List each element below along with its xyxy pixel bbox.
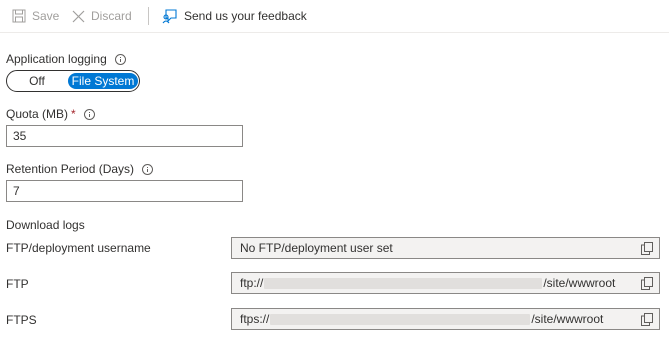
ftps-suffix: /site/wwwroot	[531, 312, 604, 326]
username-label: FTP/deployment username	[6, 241, 151, 255]
copy-icon[interactable]	[641, 277, 653, 290]
copy-icon[interactable]	[641, 313, 653, 326]
application-logging-text: Application logging	[6, 52, 107, 66]
feedback-label: Send us your feedback	[184, 9, 307, 23]
toggle-option-file-system[interactable]: File System	[68, 73, 138, 89]
close-icon	[72, 10, 85, 22]
ftp-field: ftp:// /site/wwwroot	[231, 272, 660, 294]
info-icon[interactable]	[114, 53, 126, 65]
toggle-option-off[interactable]: Off	[7, 71, 67, 91]
username-field: No FTP/deployment user set	[231, 237, 660, 259]
feedback-icon	[162, 9, 177, 24]
command-bar: Save Discard Send us your feedback	[0, 0, 669, 33]
info-icon[interactable]	[142, 163, 154, 175]
ftps-label: FTPS	[6, 313, 37, 327]
copy-icon[interactable]	[641, 242, 653, 255]
ftps-prefix: ftps://	[240, 312, 270, 326]
discard-button[interactable]: Discard	[72, 8, 132, 24]
quota-label: Quota (MB) *	[6, 107, 95, 121]
retention-text: Retention Period (Days)	[6, 162, 135, 176]
application-logging-toggle[interactable]: Off File System	[6, 70, 140, 92]
redacted-host	[264, 278, 543, 290]
ftp-prefix: ftp://	[240, 276, 264, 290]
save-label: Save	[32, 9, 60, 23]
quota-input[interactable]: 35	[6, 125, 243, 147]
retention-label: Retention Period (Days)	[6, 162, 154, 176]
application-logging-label: Application logging	[6, 52, 126, 66]
quota-text: Quota (MB)	[6, 107, 69, 121]
redacted-host	[270, 314, 531, 326]
save-button[interactable]: Save	[12, 8, 59, 24]
ftp-suffix: /site/wwwroot	[543, 276, 616, 290]
download-logs-heading: Download logs	[6, 218, 85, 232]
ftps-field: ftps:// /site/wwwroot	[231, 308, 660, 330]
retention-input[interactable]: 7	[6, 180, 243, 202]
feedback-button[interactable]: Send us your feedback	[162, 8, 307, 24]
required-marker: *	[71, 107, 76, 121]
ftp-label: FTP	[6, 277, 29, 291]
toolbar-divider	[148, 7, 149, 25]
username-value: No FTP/deployment user set	[240, 241, 393, 255]
info-icon[interactable]	[83, 108, 95, 120]
discard-label: Discard	[91, 9, 132, 23]
save-icon	[12, 9, 26, 23]
